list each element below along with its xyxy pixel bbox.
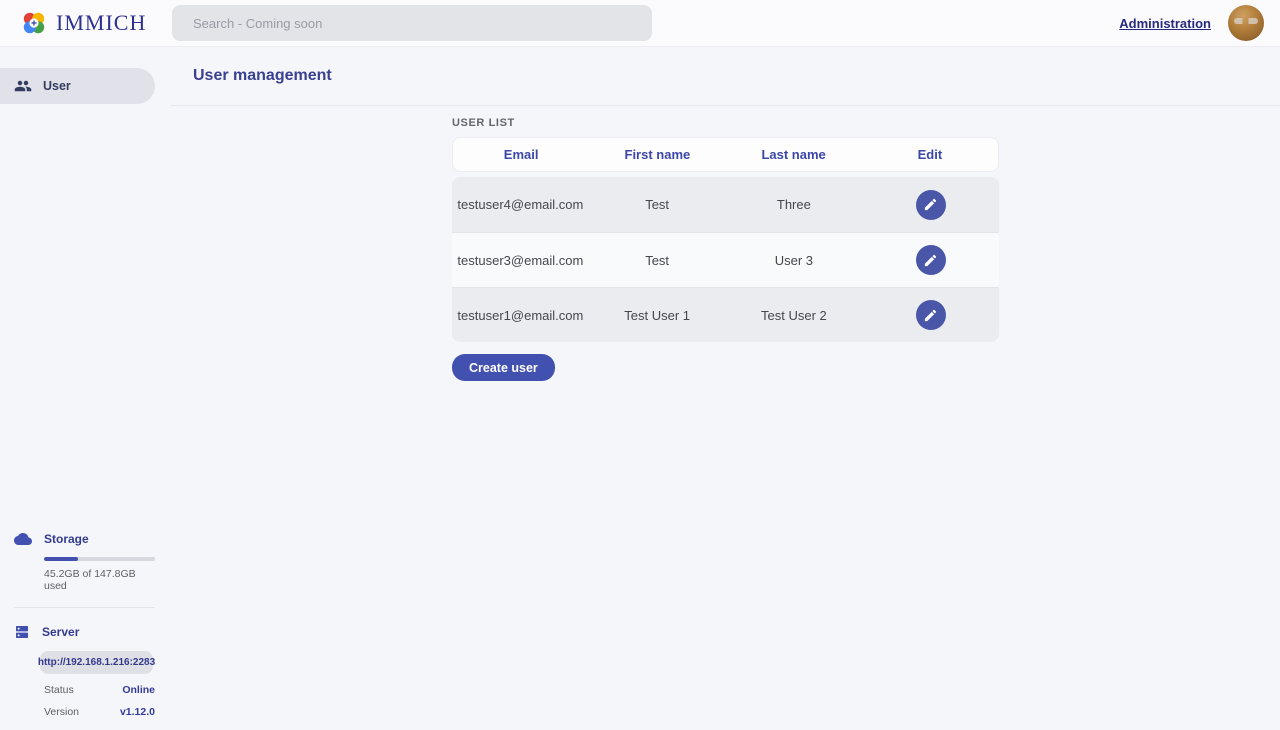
sidebar-divider xyxy=(14,607,155,608)
server-url-badge: http://192.168.1.216:2283 xyxy=(40,651,153,674)
column-header-email: Email xyxy=(453,147,589,162)
cell-last-name: Three xyxy=(726,197,863,212)
sidebar-item-user-label: User xyxy=(43,79,71,93)
column-header-edit: Edit xyxy=(862,147,998,162)
server-section: Server http://192.168.1.216:2283 Status … xyxy=(14,624,155,718)
administration-link[interactable]: Administration xyxy=(1119,16,1211,31)
pencil-icon xyxy=(923,253,938,268)
version-value: v1.12.0 xyxy=(120,706,155,718)
main-panel: User management USER LIST Email First na… xyxy=(171,47,1280,730)
logo-text: IMMICH xyxy=(56,10,146,36)
user-list-heading: USER LIST xyxy=(452,117,999,129)
cell-email: testuser4@email.com xyxy=(452,197,589,212)
sidebar-status-panel: Storage 45.2GB of 147.8GB used Server xyxy=(0,530,171,730)
create-user-button[interactable]: Create user xyxy=(452,354,555,381)
storage-title: Storage xyxy=(44,532,89,546)
user-table-body: testuser4@email.com Test Three te xyxy=(452,177,999,342)
page-title: User management xyxy=(193,67,332,85)
user-table-header: Email First name Last name Edit xyxy=(452,137,999,172)
storage-section: Storage 45.2GB of 147.8GB used xyxy=(14,530,155,592)
column-header-first-name: First name xyxy=(589,147,725,162)
edit-user-button[interactable] xyxy=(916,190,946,220)
server-status-row: Status Online xyxy=(44,684,155,696)
cell-last-name: User 3 xyxy=(726,253,863,268)
status-label: Status xyxy=(44,684,74,696)
cloud-icon xyxy=(14,530,32,548)
cell-first-name: Test User 1 xyxy=(589,308,726,323)
server-icon xyxy=(14,624,30,640)
version-label: Version xyxy=(44,706,79,718)
table-row: testuser1@email.com Test User 1 Test Use… xyxy=(452,287,999,342)
immich-logo[interactable]: IMMICH xyxy=(20,9,172,37)
cell-email: testuser3@email.com xyxy=(452,253,589,268)
search-input[interactable] xyxy=(172,5,652,41)
pencil-icon xyxy=(923,197,938,212)
pencil-icon xyxy=(923,308,938,323)
user-avatar[interactable] xyxy=(1228,5,1264,41)
page-body: USER LIST Email First name Last name Edi… xyxy=(452,106,999,381)
server-version-row: Version v1.12.0 xyxy=(44,706,155,718)
column-header-last-name: Last name xyxy=(726,147,862,162)
server-title: Server xyxy=(42,625,79,639)
cell-first-name: Test xyxy=(589,253,726,268)
status-value: Online xyxy=(122,684,155,696)
cell-first-name: Test xyxy=(589,197,726,212)
storage-usage-text: 45.2GB of 147.8GB used xyxy=(44,568,155,592)
storage-progress-fill xyxy=(44,557,78,561)
sidebar-item-user[interactable]: User xyxy=(0,68,155,104)
page-header: User management xyxy=(171,47,1280,106)
immich-flower-icon xyxy=(20,9,48,37)
top-navbar: IMMICH Administration xyxy=(0,0,1280,47)
people-icon xyxy=(14,77,32,95)
edit-user-button[interactable] xyxy=(916,300,946,330)
immich-admin-app: IMMICH Administration User xyxy=(0,0,1280,730)
storage-progress-bar xyxy=(44,557,155,561)
content-area: User Storage 45.2GB of 147.8GB used xyxy=(0,47,1280,730)
table-row: testuser3@email.com Test User 3 xyxy=(452,232,999,287)
cell-email: testuser1@email.com xyxy=(452,308,589,323)
cell-last-name: Test User 2 xyxy=(726,308,863,323)
edit-user-button[interactable] xyxy=(916,245,946,275)
table-row: testuser4@email.com Test Three xyxy=(452,177,999,232)
sidebar: User Storage 45.2GB of 147.8GB used xyxy=(0,47,171,730)
